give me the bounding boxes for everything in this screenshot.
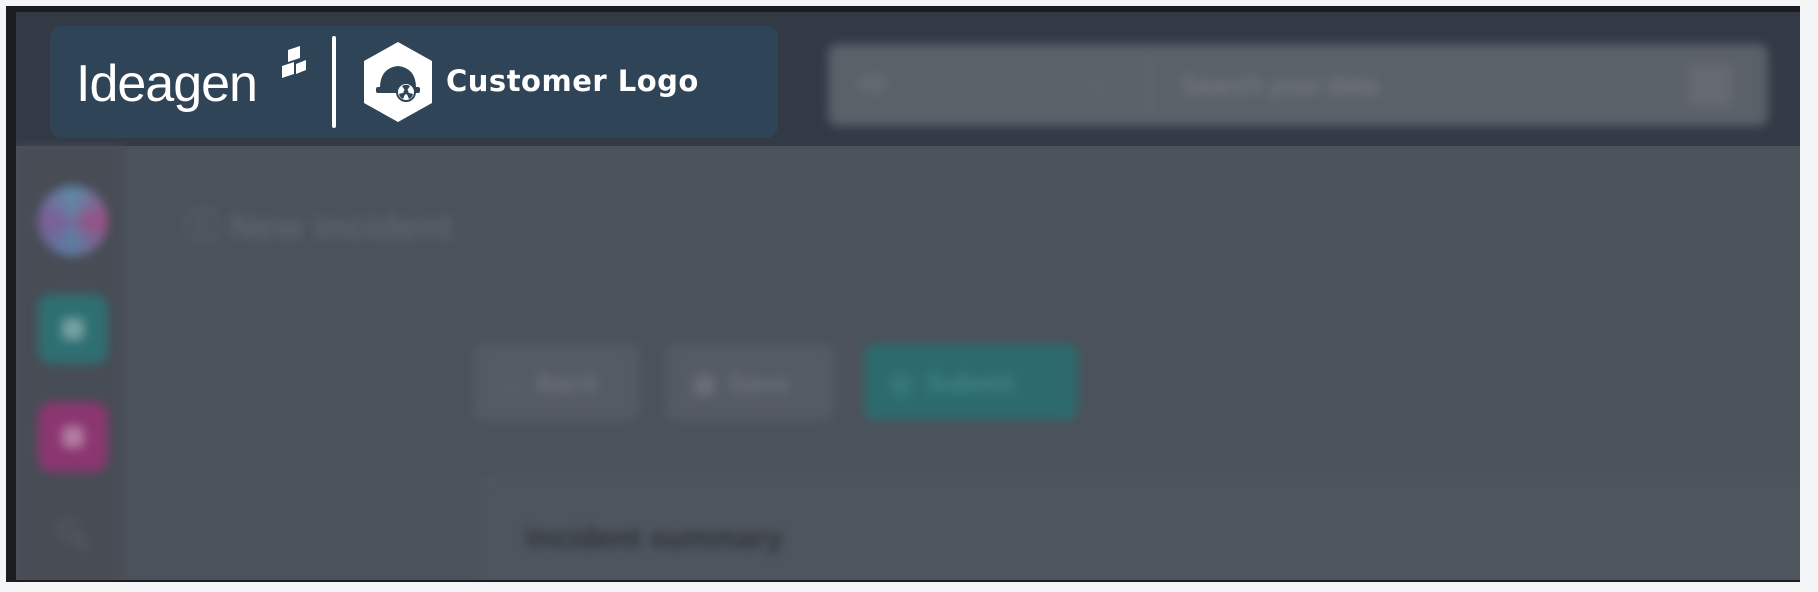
save-button[interactable]: ▣ Save	[666, 344, 834, 420]
avatar[interactable]	[38, 186, 108, 256]
search-scope-select[interactable]: All	[858, 71, 885, 99]
incidents-app-icon[interactable]	[38, 294, 108, 364]
section-title: Incident summary	[526, 522, 783, 555]
search-icon[interactable]: 🔍︎	[56, 518, 92, 551]
customer-logo-label: Customer Logo	[446, 64, 699, 98]
app-screen: All ⌄ Search your data 🔍︎ ⓘ New incident…	[16, 12, 1812, 580]
hard-hat-icon	[364, 42, 432, 122]
submit-button[interactable]: ◎ Submit	[864, 344, 1078, 420]
submit-button-label: Submit	[926, 368, 1015, 398]
form-toolbar: ← Back ▣ Save ◎ Submit	[474, 344, 1812, 452]
home-app-icon[interactable]	[38, 402, 108, 472]
global-search-bar[interactable]: All ⌄ Search your data	[828, 44, 1768, 126]
save-button-label: Save	[728, 368, 789, 398]
chevron-down-icon: ⌄	[1088, 69, 1107, 94]
page-title: ⓘ New incident	[184, 198, 452, 250]
save-icon: ▣	[692, 368, 717, 398]
check-circle-icon: ◎	[890, 368, 913, 398]
page-margin	[1800, 0, 1818, 592]
app-sidebar: 🔍︎	[16, 146, 125, 580]
back-button-label: Back	[536, 368, 599, 398]
search-input[interactable]: Search your data	[1180, 70, 1378, 101]
ideagen-logo: Ideagen	[76, 55, 258, 113]
keyboard-shortcut-icon[interactable]	[1688, 64, 1732, 106]
search-divider	[1148, 56, 1150, 114]
ideagen-mark-icon	[282, 46, 306, 78]
back-button[interactable]: ← Back	[474, 344, 639, 420]
arrow-left-icon: ←	[500, 368, 526, 398]
brand-panel: Ideagen Customer Logo	[50, 26, 778, 138]
page-title-text: New incident	[230, 206, 453, 247]
screenshot-frame: All ⌄ Search your data 🔍︎ ⓘ New incident…	[6, 6, 1814, 582]
logo-separator	[332, 36, 336, 128]
info-icon: ⓘ	[184, 206, 231, 247]
